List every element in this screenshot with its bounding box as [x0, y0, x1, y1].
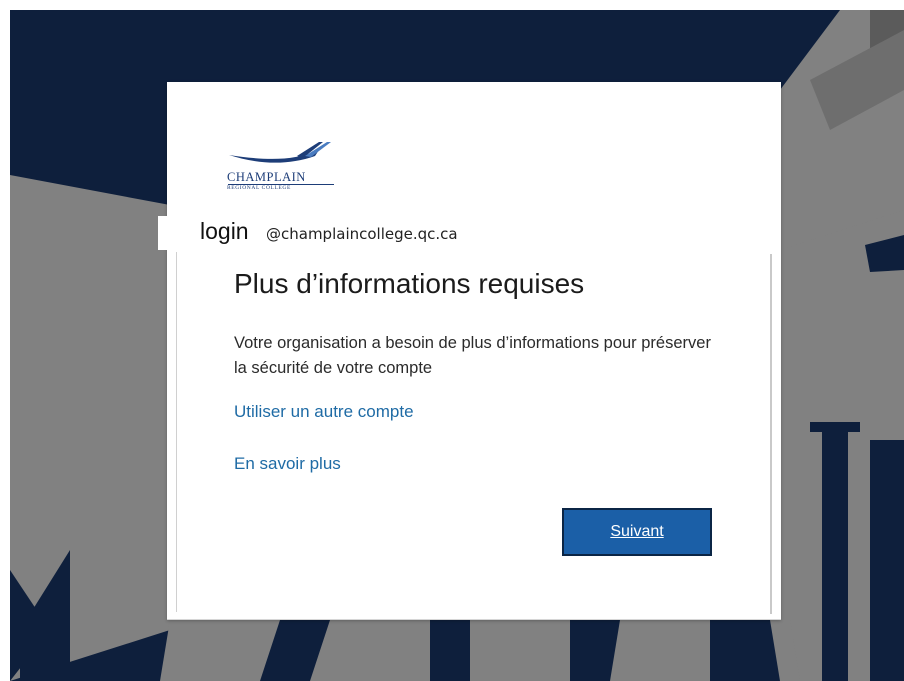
account-domain: @champlaincollege.qc.ca	[266, 225, 458, 243]
page-title: Plus d’informations requises	[234, 268, 585, 299]
champlain-logo: CHAMPLAIN REGIONAL COLLEGE	[227, 142, 339, 198]
use-other-account-link[interactable]: Utiliser un autre compte	[234, 402, 414, 422]
logo-swoosh-icon	[229, 142, 331, 163]
account-username: login	[200, 218, 249, 244]
card-divider-left	[176, 252, 177, 612]
screen: CHAMPLAIN REGIONAL COLLEGE login @champl…	[0, 0, 904, 681]
card-divider-right	[770, 254, 772, 614]
learn-more-link[interactable]: En savoir plus	[234, 454, 341, 474]
logo-wordmark: CHAMPLAIN	[227, 170, 306, 184]
next-button[interactable]: Suivant	[562, 508, 712, 556]
logo-subtitle: REGIONAL COLLEGE	[227, 185, 291, 191]
description-text: Votre organisation a besoin de plus d’in…	[234, 334, 711, 377]
background-gray-left	[10, 175, 170, 681]
